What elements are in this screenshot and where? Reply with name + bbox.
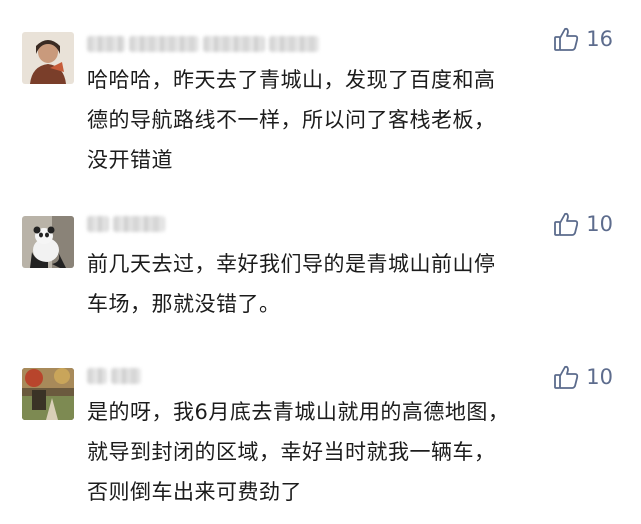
like-count: 16 xyxy=(586,27,613,51)
avatar[interactable] xyxy=(22,32,74,84)
username-blurred xyxy=(87,366,141,386)
comment-text: 是的呀，我6月底去青城山就用的高德地图， 就导到封闭的区域，幸好当时就我一辆车，… xyxy=(87,400,510,504)
username-blurred xyxy=(87,214,165,234)
like-count: 10 xyxy=(586,212,613,236)
like-count: 10 xyxy=(586,365,613,389)
comment-text: 哈哈哈，昨天去了青城山，发现了百度和高 德的导航路线不一样，所以问了客栈老板， … xyxy=(87,68,496,172)
thumbs-up-icon xyxy=(553,211,579,237)
comment-text: 前几天去过，幸好我们导的是青城山前山停 车场，那就没错了。 xyxy=(87,252,496,316)
thumbs-up-icon xyxy=(553,364,579,390)
avatar[interactable] xyxy=(22,368,74,420)
like-button[interactable]: 16 xyxy=(553,26,613,52)
avatar[interactable] xyxy=(22,216,74,268)
like-button[interactable]: 10 xyxy=(553,364,613,390)
username-blurred xyxy=(87,34,319,54)
like-button[interactable]: 10 xyxy=(553,211,613,237)
thumbs-up-icon xyxy=(553,26,579,52)
